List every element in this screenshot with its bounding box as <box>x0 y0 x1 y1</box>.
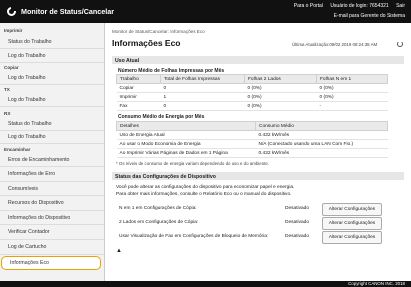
change-settings-button[interactable]: Alterar Configurações <box>322 217 382 230</box>
column-header: Total de Folhas Impressas <box>160 74 245 84</box>
sidebar-heading-imprimir: Imprimir <box>4 28 23 33</box>
copyright-text: Copyright CANON INC. 2018 <box>348 281 405 286</box>
scroll-top-icon[interactable]: ▲ <box>116 248 122 254</box>
login-user-text: Usuário de login: 7654321 <box>330 3 389 9</box>
admin-email-link[interactable]: E-mail para Gerente do Sistema <box>334 13 405 19</box>
column-header: Folhas 2 Lados <box>244 74 317 84</box>
sidebar-item-consumables[interactable]: Consumíveis <box>0 182 104 196</box>
table-row: Fax 0 0 (0%) - <box>116 101 388 111</box>
column-header: Trabalho <box>116 74 161 84</box>
sidebar-item-print-log[interactable]: Log do Trabalho <box>0 49 104 63</box>
sidebar-item-print-status[interactable]: Status do Trabalho <box>0 36 104 49</box>
setting-row-fax-preview: Usar Visualização de Fax em Configuraçõe… <box>116 231 404 244</box>
table-row: Uso de Energia Atual 0.432 kW/mês <box>116 130 388 140</box>
logout-link[interactable]: Sair <box>396 3 405 9</box>
column-header: Consumo Médio <box>255 121 388 131</box>
sidebar: Imprimir Status do Trabalho Log do Traba… <box>0 23 105 281</box>
page-title: Informações Eco <box>112 38 181 48</box>
app-title: Monitor de Status/Cancelar <box>21 7 115 16</box>
sidebar-heading-tx: TX <box>4 87 10 92</box>
change-settings-button[interactable]: Alterar Configurações <box>322 231 382 244</box>
status-text: Desativado <box>285 206 309 211</box>
sidebar-item-error-info[interactable]: Informações de Erro <box>0 167 104 182</box>
table-row: Copiar 0 0 (0%) 0 (0%) <box>116 83 388 93</box>
sidebar-item-device-info[interactable]: Informações do Dispositivo <box>0 211 104 225</box>
table-row: Ao Imprimir Várias Páginas de Dados em 1… <box>116 148 388 158</box>
column-header: Folhas N em 1 <box>316 74 388 84</box>
settings-description-1: Você pode alterar as configurações do di… <box>116 185 295 190</box>
sidebar-item-check-counter[interactable]: Verificar Contador <box>0 225 104 240</box>
sidebar-heading-encaminhar: Encaminhar <box>4 147 31 152</box>
canon-logo-icon <box>7 6 17 16</box>
refresh-icon[interactable] <box>397 41 403 47</box>
status-text: Desativado <box>285 234 309 239</box>
sidebar-item-tx-log[interactable]: Log do Trabalho <box>0 93 104 107</box>
sidebar-item-cartridge-log[interactable]: Log de Cartucho <box>0 240 104 255</box>
section-current-usage: Uso Atual <box>112 56 404 64</box>
energy-table: Detalhes Consumo Médio Uso de Energia At… <box>116 121 388 158</box>
settings-description-2: Para obter mais informações, consulte o … <box>116 192 292 197</box>
energy-note: * Os níveis de consumo de energia variam… <box>116 161 270 166</box>
setting-row-n-in-1: N em 1 em Configurações de Cópia: Desati… <box>116 203 404 216</box>
change-settings-button[interactable]: Alterar Configurações <box>322 203 382 216</box>
sidebar-heading-rx: RX <box>4 111 11 116</box>
energy-subheading: Consumo Médio de Energia por Mês <box>118 114 205 120</box>
setting-row-2-sided: 2 Lados em Configurações de Cópia: Desat… <box>116 217 404 230</box>
sidebar-item-forward-errors[interactable]: Erros de Encaminhamento <box>0 153 104 167</box>
sidebar-item-eco-info[interactable]: Informações Eco <box>1 256 101 270</box>
sidebar-item-rx-log[interactable]: Log do Trabalho <box>0 131 104 144</box>
status-text: Desativado <box>285 220 309 225</box>
top-links: Para o Portal Usuário de login: 7654321 … <box>288 3 405 9</box>
table-row: Ao usar o Modo Economia de Energia N/A (C… <box>116 139 388 149</box>
sidebar-item-rx-status[interactable]: Status do Trabalho <box>0 118 104 131</box>
section-device-settings: Status das Configurações de Dispositivo <box>112 172 404 180</box>
column-header: Detalhes <box>116 121 256 131</box>
breadcrumb: Monitor de Status/Cancelar: Informações … <box>112 29 205 34</box>
sidebar-item-device-resources[interactable]: Recursos do Dispositivo <box>0 196 104 211</box>
sidebar-heading-copiar: Copiar <box>4 65 19 70</box>
footer: Copyright CANON INC. 2018 <box>0 281 411 287</box>
sheets-table: Trabalho Total de Folhas Impressas Folha… <box>116 74 388 111</box>
last-updated-text: Última Atualização:09/02 2019 08:24:38 A… <box>292 42 378 47</box>
header-bar: Monitor de Status/Cancelar Para o Portal… <box>0 0 411 23</box>
table-row: Imprimir 1 0 (0%) 0 (0%) <box>116 92 388 102</box>
sidebar-item-copy-log[interactable]: Log do Trabalho <box>0 72 104 85</box>
portal-link[interactable]: Para o Portal <box>294 3 323 9</box>
